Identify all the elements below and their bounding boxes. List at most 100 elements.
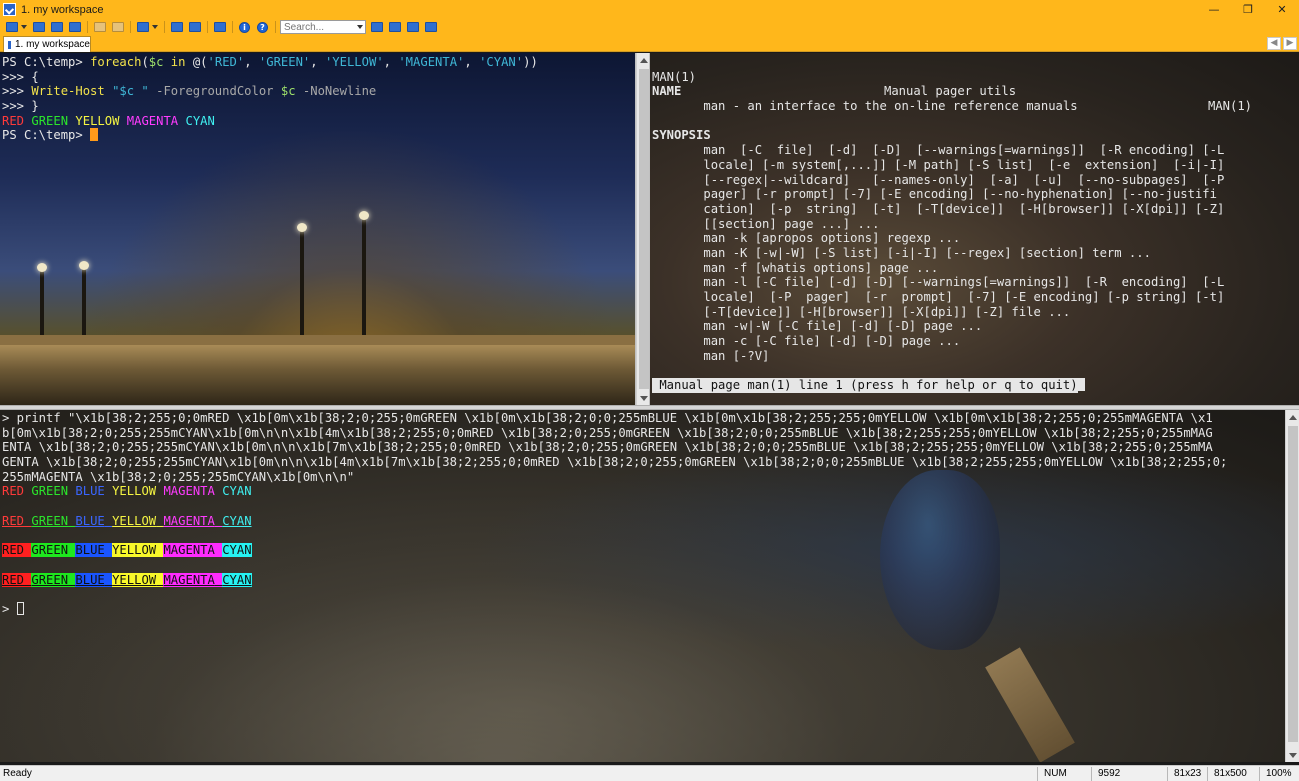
split-icon bbox=[50, 22, 63, 32]
lamp-post bbox=[359, 211, 369, 335]
pane-scrollbar[interactable] bbox=[635, 53, 650, 405]
process-id: 9592 bbox=[1091, 766, 1167, 781]
terminal-line: >>> } bbox=[2, 99, 39, 114]
output-word: MAGENTA bbox=[163, 543, 215, 558]
man-synopsis-line: locale] [-m system[,...]] [-M path] [-S … bbox=[652, 157, 1225, 172]
bash-output: > printf "\x1b[38;2;255;0;0mRED \x1b[0m\… bbox=[2, 411, 1299, 617]
new-tab-button[interactable] bbox=[4, 21, 19, 34]
buffer-size: 81x500 bbox=[1207, 766, 1259, 781]
output-word: GREEN bbox=[31, 572, 69, 587]
screen-button[interactable] bbox=[212, 21, 227, 34]
output-word: GREEN bbox=[31, 513, 69, 528]
man-synopsis-line: man -f [whatis options] page ... bbox=[652, 260, 939, 275]
highlight-button[interactable] bbox=[423, 21, 438, 34]
man-header-left: MAN(1) bbox=[652, 69, 697, 84]
parameter: -ForegroundColor bbox=[156, 84, 274, 99]
zoom-level: 100% bbox=[1259, 766, 1299, 781]
settings-button[interactable] bbox=[169, 21, 184, 34]
man-header-right: MAN(1) bbox=[1208, 99, 1253, 114]
lamp-post bbox=[297, 223, 307, 335]
tab-workspace[interactable]: 1. my workspace bbox=[3, 36, 91, 52]
window-controls: — ❐ ✕ bbox=[1197, 0, 1299, 19]
man-pane[interactable]: MAN(1) Manual pager utils MAN(1) NAME ma… bbox=[650, 53, 1299, 405]
bridge-background bbox=[0, 345, 635, 405]
scroll-down-icon[interactable] bbox=[637, 391, 651, 405]
man-section-heading: SYNOPSIS bbox=[652, 128, 711, 143]
output-word: RED bbox=[2, 543, 25, 558]
parameter: -NoNewline bbox=[302, 84, 377, 99]
layout-button[interactable] bbox=[67, 21, 82, 34]
printf-line: b[0m\x1b[38;2;0;255;255mCYAN\x1b[0m\n\n\… bbox=[2, 425, 1213, 440]
tab-scroll-right-button[interactable]: ▶ bbox=[1283, 37, 1297, 50]
scroll-down-icon[interactable] bbox=[1286, 748, 1299, 762]
terminal-line: >>> { bbox=[2, 69, 39, 84]
keyword: foreach bbox=[90, 55, 142, 69]
string-literal: 'MAGENTA' bbox=[398, 55, 465, 69]
new-tab-dropdown-icon[interactable] bbox=[21, 25, 27, 29]
info-icon: i bbox=[239, 21, 250, 33]
printf-command: > printf "\x1b[38;2;255;0;0mRED \x1b[0m\… bbox=[2, 411, 1299, 484]
printf-line: > printf "\x1b[38;2;255;0;0mRED \x1b[0m\… bbox=[2, 411, 1213, 425]
output-word: MAGENTA bbox=[163, 484, 215, 499]
minimize-button[interactable]: — bbox=[1197, 0, 1231, 19]
man-synopsis-line: [[section] page ...] ... bbox=[652, 216, 880, 231]
output-word: RED bbox=[2, 484, 25, 499]
search-input[interactable] bbox=[284, 21, 354, 33]
man-header-center: Manual pager utils bbox=[884, 84, 1017, 99]
output-word: YELLOW bbox=[112, 484, 157, 499]
tab-bar: 1. my workspace ◀ ▶ bbox=[0, 35, 1299, 52]
split-button[interactable] bbox=[49, 21, 64, 34]
scroll-up-icon[interactable] bbox=[637, 53, 651, 67]
close-button[interactable]: ✕ bbox=[1265, 0, 1299, 19]
output-word: MAGENTA bbox=[126, 113, 179, 128]
bash-pane[interactable]: > printf "\x1b[38;2;255;0;0mRED \x1b[0m\… bbox=[0, 410, 1299, 762]
string-literal: "$c " bbox=[112, 84, 149, 99]
new-window-button[interactable] bbox=[31, 21, 46, 34]
find-next-button[interactable] bbox=[387, 21, 402, 34]
man-synopsis-line: [-T[device]] [-H[browser]] [-X[dpi]] [-Z… bbox=[652, 304, 1071, 319]
new-window-icon bbox=[32, 22, 45, 32]
man-synopsis-line: man -l [-C file] [-d] [-D] [--warnings[=… bbox=[652, 275, 1225, 290]
paste-icon bbox=[111, 22, 124, 32]
toolbar-separator bbox=[275, 21, 276, 33]
variable: $c bbox=[148, 55, 164, 69]
search-box[interactable] bbox=[280, 20, 366, 34]
keyword: in bbox=[163, 55, 193, 69]
man-synopsis-line: pager] [-r prompt] [-7] [-E encoding] [-… bbox=[652, 187, 1217, 202]
scroll-thumb[interactable] bbox=[639, 69, 649, 389]
help-icon: ? bbox=[257, 21, 268, 33]
lamp-post bbox=[37, 263, 47, 335]
output-word: MAGENTA bbox=[163, 572, 215, 587]
powershell-pane[interactable]: PS C:\temp> foreach($c in @('RED', 'GREE… bbox=[0, 53, 635, 405]
switch-dropdown-icon[interactable] bbox=[152, 25, 158, 29]
prompt: PS C:\temp> bbox=[2, 128, 91, 143]
search-dropdown-icon[interactable] bbox=[354, 21, 365, 33]
switch-button[interactable] bbox=[135, 21, 150, 34]
output-word: BLUE bbox=[75, 484, 105, 499]
window-title: 1. my workspace bbox=[21, 3, 104, 16]
help-button[interactable]: ? bbox=[255, 21, 270, 34]
output-word: CYAN bbox=[222, 484, 252, 499]
tab-label: 1. my workspace bbox=[14, 39, 90, 50]
find-button[interactable] bbox=[369, 21, 384, 34]
info-button[interactable]: i bbox=[237, 21, 252, 34]
output-word: CYAN bbox=[185, 113, 215, 128]
tab-scroll-left-button[interactable]: ◀ bbox=[1267, 37, 1281, 50]
new-tab-icon bbox=[5, 22, 18, 32]
case-button[interactable] bbox=[405, 21, 420, 34]
variable: $c bbox=[280, 84, 296, 99]
vertical-scrollbar[interactable] bbox=[636, 53, 649, 405]
man-synopsis-line: man -c [-C file] [-d] [-D] page ... bbox=[652, 334, 961, 349]
color-row-plain: RED GREEN BLUE YELLOW MAGENTA CYAN bbox=[2, 484, 1299, 499]
output-word: RED bbox=[2, 113, 25, 128]
paste-button[interactable] bbox=[110, 21, 125, 34]
tools-button[interactable] bbox=[187, 21, 202, 34]
command: Write-Host bbox=[31, 84, 105, 99]
lamp-post bbox=[79, 261, 89, 335]
toolbar-separator bbox=[207, 21, 208, 33]
tools-icon bbox=[188, 22, 201, 32]
maximize-button[interactable]: ❐ bbox=[1231, 0, 1265, 19]
copy-button[interactable] bbox=[92, 21, 107, 34]
